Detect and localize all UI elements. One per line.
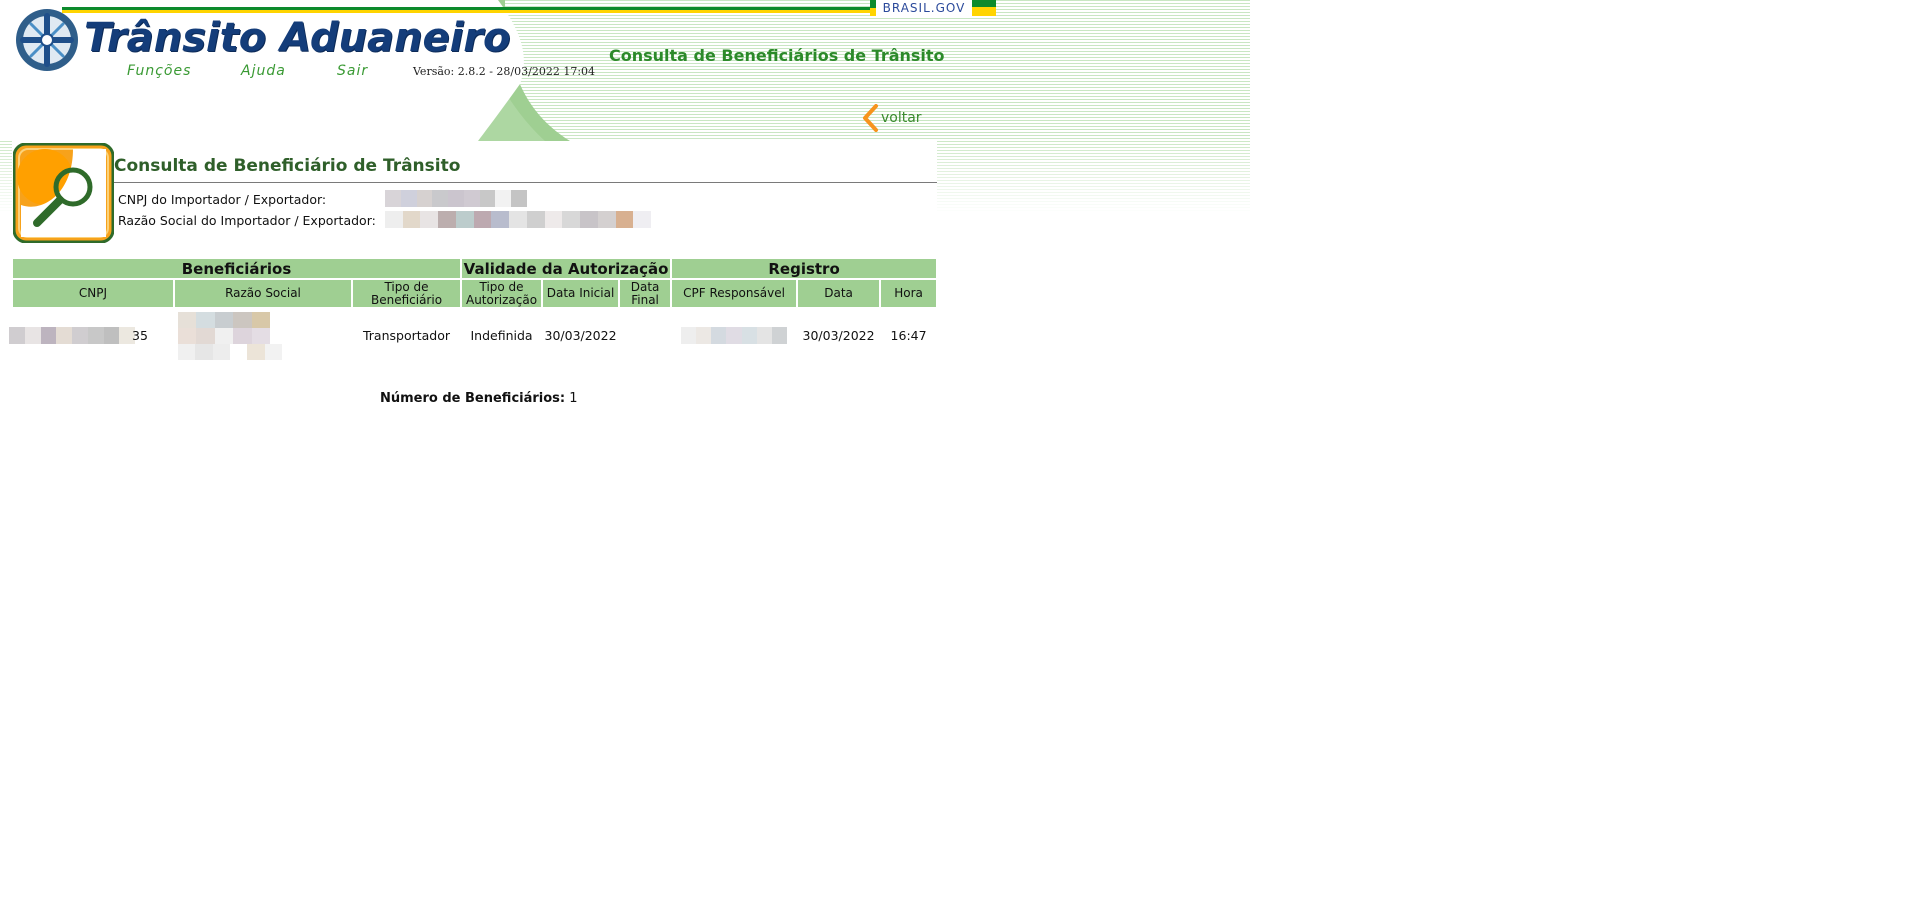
transito-logo-icon (16, 9, 78, 71)
col-header-data-final: Data Final (619, 279, 673, 309)
nav-ajuda-link[interactable]: Ajuda (241, 63, 286, 79)
col-header-cnpj: CNPJ (13, 279, 175, 309)
group-header-registro: Registro (671, 259, 939, 280)
page-heading: Consulta de Beneficiários de Trânsito (609, 46, 945, 65)
beneficiary-count: Número de Beneficiários: 1 (380, 391, 578, 406)
col-header-cpf-responsavel: CPF Responsável (671, 279, 799, 309)
flag-bar (62, 7, 870, 13)
cell-cnpj: 35 (9, 308, 174, 361)
col-header-data-inicial: Data Inicial (542, 279, 621, 309)
nav-funcoes-link[interactable]: Funções (127, 63, 191, 79)
col-header-data-final-text: Data Final (630, 279, 660, 307)
cell-data: 30/03/2022 (802, 327, 875, 343)
beneficiarios-table: Beneficiários Validade da Autorização Re… (9, 259, 939, 361)
col-header-tipo-beneficiario: Tipo de Beneficiário (352, 279, 463, 309)
col-header-tipo-beneficiario-text: Tipo de Beneficiário (370, 279, 443, 307)
cpf-redacted (681, 326, 788, 344)
search-magnifier-icon (13, 143, 114, 243)
col-header-data: Data (797, 279, 882, 309)
panel-divider (114, 182, 937, 183)
col-header-hora: Hora (880, 279, 939, 309)
version-label: Versão: 2.8.2 - 28/03/2022 17:04 (413, 65, 596, 78)
table-column-header-row: CNPJ Razão Social Tipo de Beneficiário T… (13, 279, 939, 309)
cell-tipo-beneficiario: Transportador (362, 327, 451, 343)
cell-data-inicial: 30/03/2022 (544, 327, 617, 343)
panel-title: Consulta de Beneficiário de Trânsito (114, 156, 461, 176)
page: BRASIL.GOV Trânsito Aduaneiro Funções Aj… (0, 0, 1920, 902)
app-title: Trânsito Aduaneiro (84, 15, 511, 61)
table-row: 35 Transportador Indefinida 30/03/2022 3… (9, 308, 937, 361)
cell-data-final (619, 308, 671, 361)
flag-right-stripe (972, 0, 996, 16)
col-header-razao-social: Razão Social (174, 279, 353, 309)
beneficiary-count-value: 1 (569, 391, 578, 406)
cnpj-label: CNPJ do Importador / Exportador: (118, 192, 327, 207)
col-header-tipo-autorizacao-text: Tipo de Autorização (465, 279, 538, 307)
back-arrow-icon (863, 104, 878, 132)
brasil-gov-banner[interactable]: BRASIL.GOV (870, 0, 996, 16)
cell-cpf-responsavel (671, 308, 797, 361)
cnpj-redacted (9, 326, 135, 344)
cell-hora: 16:47 (890, 327, 927, 343)
brasil-gov-label: BRASIL.GOV (882, 1, 966, 15)
nav-sair-link[interactable]: Sair (337, 63, 368, 79)
cell-tipo-autorizacao: Indefinida (470, 327, 533, 343)
cell-razao-social (174, 308, 352, 361)
cnpj-value-redacted (385, 190, 528, 207)
group-header-beneficiarios: Beneficiários (13, 259, 463, 280)
group-header-validade: Validade da Autorização (461, 259, 673, 280)
back-button[interactable]: voltar (862, 104, 922, 132)
razao-social-label: Razão Social do Importador / Exportador: (118, 213, 376, 228)
razao-social-value-redacted (385, 211, 652, 228)
col-header-tipo-autorizacao: Tipo de Autorização (461, 279, 544, 309)
table-group-header-row: Beneficiários Validade da Autorização Re… (13, 259, 939, 280)
razao-social-redacted (174, 309, 284, 361)
cnpj-visible-tail: 35 (132, 327, 148, 343)
back-label: voltar (881, 110, 922, 126)
beneficiary-count-label: Número de Beneficiários: (380, 391, 566, 406)
